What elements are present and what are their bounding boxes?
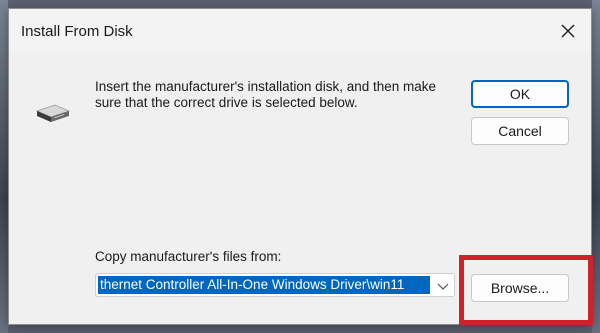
browse-highlight-box (459, 255, 593, 325)
title-bar: Install From Disk (9, 9, 591, 53)
copy-files-path-combobox[interactable]: thernet Controller All-In-One Windows Dr… (95, 273, 455, 297)
dialog-title: Install From Disk (21, 23, 133, 40)
background-window-left (0, 0, 8, 333)
copy-files-path-value: thernet Controller All-In-One Windows Dr… (98, 276, 430, 294)
close-button[interactable] (545, 9, 591, 53)
cancel-button[interactable]: Cancel (471, 117, 569, 145)
install-from-disk-dialog: Install From Disk Insert the manufacture… (8, 8, 593, 325)
chevron-down-icon[interactable] (436, 279, 450, 293)
disk-drive-icon (35, 104, 71, 122)
background-window-right (592, 0, 600, 333)
copy-files-label: Copy manufacturer's files from: (95, 249, 282, 264)
instruction-text: Insert the manufacturer's installation d… (95, 79, 437, 110)
ok-button[interactable]: OK (471, 80, 569, 108)
close-icon (561, 24, 575, 38)
